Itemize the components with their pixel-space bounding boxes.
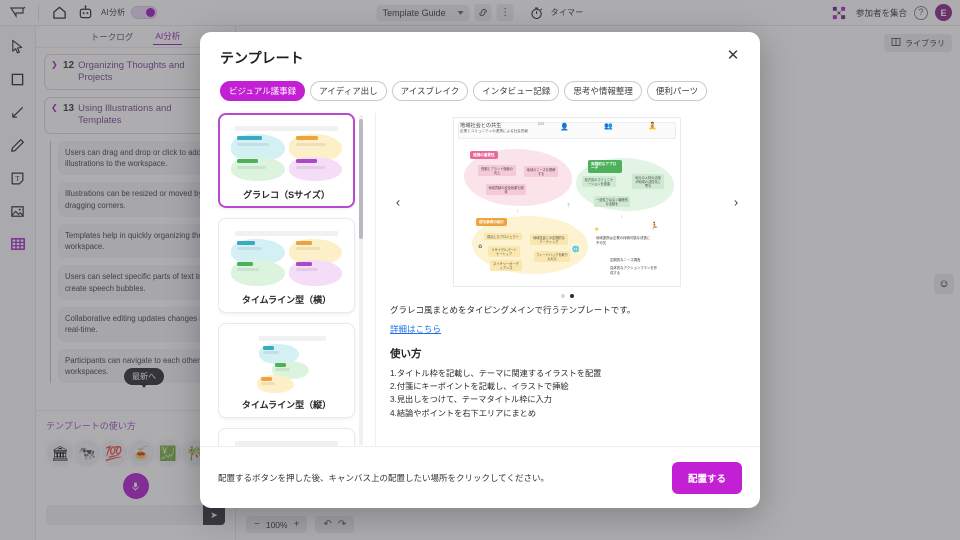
howto-step-3: 3.見出しをつけて、テーマタイトル枠に入力 xyxy=(390,395,552,405)
preview-note-1: 信頼とブランド価値の向上 xyxy=(478,165,516,176)
template-preview: ‹ › 地域社会との共生 企業とコミュニティの連携による社会貢献 5/21 👤 … xyxy=(375,113,744,446)
howto-step-2: 2.付箋にキーポイントを記載し、イラストで挿絵 xyxy=(390,382,569,392)
preview-arrow-1: ↓ xyxy=(516,208,519,214)
template-dialog: テンプレート ✕ ビジュアル議事録 アイディア出し アイスブレイク インタビュー… xyxy=(200,32,760,508)
template-list[interactable]: グラレコ（Sサイズ） タイムライン型（横） タイムライン型（縦） xyxy=(218,113,363,446)
dialog-body: グラレコ（Sサイズ） タイムライン型（横） タイムライン型（縦） ‹ › 地域社… xyxy=(200,101,760,446)
preview-note-10: 地域住民との定期的なミーティング xyxy=(530,234,568,245)
tab-visual-minutes[interactable]: ビジュアル議事録 xyxy=(220,81,306,101)
preview-action-1: 定期的なニーズ調査 xyxy=(610,258,641,262)
preview-action-2: 具体的なアクションプランを作成する xyxy=(610,266,658,275)
tab-interview-record[interactable]: インタビュー記録 xyxy=(473,81,560,101)
category-tabs: ビジュアル議事録 アイディア出し アイスブレイク インタビュー記録 思考や情報整… xyxy=(220,81,740,101)
template-thumbnail xyxy=(225,226,348,288)
template-thumbnail xyxy=(225,436,348,446)
chevron-right-icon[interactable]: › xyxy=(728,195,744,210)
preview-figure-2-icon: 👥 xyxy=(604,123,613,130)
thumb-title-bar xyxy=(234,126,339,131)
template-name: グラレコ（Sサイズ） xyxy=(243,190,330,200)
preview-figure-3-icon: 🧘 xyxy=(648,123,657,130)
tab-idea-generation[interactable]: アイディア出し xyxy=(310,81,387,101)
thumb-title-bar xyxy=(234,231,339,236)
carousel-dots xyxy=(390,294,744,298)
carousel-dot-1[interactable] xyxy=(560,294,565,298)
close-icon[interactable]: ✕ xyxy=(724,48,742,66)
preview-note-2: 地域のニーズを理解する xyxy=(524,166,558,177)
preview-figure-5-icon: 🌐 xyxy=(572,247,580,253)
preview-recycle-icon: ♻ xyxy=(478,244,483,250)
place-button[interactable]: 配置する xyxy=(671,461,742,494)
tab-ice-break[interactable]: アイスブレイク xyxy=(391,81,469,101)
tab-thinking-organization[interactable]: 思考や情報整理 xyxy=(564,81,642,101)
preview-image-subtitle: 企業とコミュニティの連携による社会貢献 xyxy=(460,129,528,133)
page-title: テンプレート xyxy=(220,50,304,66)
preview-figure-4-icon: 🏃 xyxy=(650,223,659,230)
preview-image: 地域社会との共生 企業とコミュニティの連携による社会貢献 5/21 👤 👥 🧘 … xyxy=(453,117,681,287)
preview-note-11: フィードバックを取り入れた xyxy=(534,251,570,262)
preview-stage: ‹ › 地域社会との共生 企業とコミュニティの連携による社会貢献 5/21 👤 … xyxy=(390,113,744,291)
thumb-title-bar xyxy=(259,336,326,341)
preview-note-7: 成功したプロジェクト xyxy=(484,233,522,240)
template-card-timeline-vertical[interactable]: タイムライン型（縦） xyxy=(218,323,355,418)
preview-image-title: 地域社会との共生 xyxy=(460,123,502,129)
preview-arrow-3: ↓ xyxy=(620,214,623,220)
howto-step-4: 4.結論やポイントを右下エリアにまとめ xyxy=(390,408,537,418)
template-list-scroll: グラレコ（Sサイズ） タイムライン型（横） タイムライン型（縦） xyxy=(218,113,355,446)
template-list-scrollbar-thumb[interactable] xyxy=(359,119,363,239)
dialog-footer: 配置するボタンを押した後、キャンバス上の配置したい場所をクリックしてください。 … xyxy=(200,446,760,508)
preview-note-3: 地域貢献の波及効果も期待 xyxy=(486,184,526,195)
template-name: タイムライン型（横） xyxy=(241,295,332,305)
preview-section-label-1: 連携の重要性 xyxy=(470,151,498,160)
howto-heading: 使い方 xyxy=(390,347,422,360)
preview-star-icon: ★ xyxy=(594,227,600,233)
preview-section-label-2: 実践的なアプローチ xyxy=(588,160,622,173)
detail-link[interactable]: 詳細はこちら xyxy=(390,323,744,335)
preview-note-9: ネイチャーガーディアンズ xyxy=(490,260,522,271)
preview-conclusion: 地域連携は企業の持続可能な成長に不可欠 xyxy=(596,236,651,245)
preview-note-4: 双方向のコミュニケーションを促進 xyxy=(582,176,616,187)
thumb-title-bar xyxy=(234,441,339,446)
preview-note-8: リサイクルパートナーシップ xyxy=(488,246,520,257)
template-card-four[interactable] xyxy=(218,428,355,446)
howto-step-1: 1.タイトル枠を記載し、テーマに関連するイラストを配置 xyxy=(390,368,602,378)
preview-section-label-3: 成功事例の紹介 xyxy=(476,218,508,227)
carousel-dot-2[interactable] xyxy=(569,294,574,298)
template-thumbnail xyxy=(225,331,348,393)
preview-image-date: 5/21 xyxy=(538,122,545,126)
tab-useful-parts[interactable]: 便利パーツ xyxy=(646,81,708,101)
dialog-header: テンプレート ✕ ビジュアル議事録 アイディア出し アイスブレイク インタビュー… xyxy=(200,32,760,101)
chevron-left-icon[interactable]: ‹ xyxy=(390,195,406,210)
preview-arrow-2: ↗ xyxy=(564,201,573,210)
template-description: グラレコ風まとめをタイピングメインで行うテンプレートです。 xyxy=(390,305,636,315)
template-thumbnail xyxy=(225,121,348,183)
template-name: タイムライン型（縦） xyxy=(241,400,332,410)
template-card-glareco-s[interactable]: グラレコ（Sサイズ） xyxy=(218,113,355,208)
footer-note: 配置するボタンを押した後、キャンバス上の配置したい場所をクリックしてください。 xyxy=(218,472,549,483)
preview-figure-1-icon: 👤 xyxy=(560,124,569,131)
preview-note-5: 地元の人材の活用が地域の活性化に寄与 xyxy=(632,174,664,189)
template-card-timeline-horizontal[interactable]: タイムライン型（横） xyxy=(218,218,355,313)
preview-note-6: 一過性ではなく継続的な活動を xyxy=(594,196,630,207)
